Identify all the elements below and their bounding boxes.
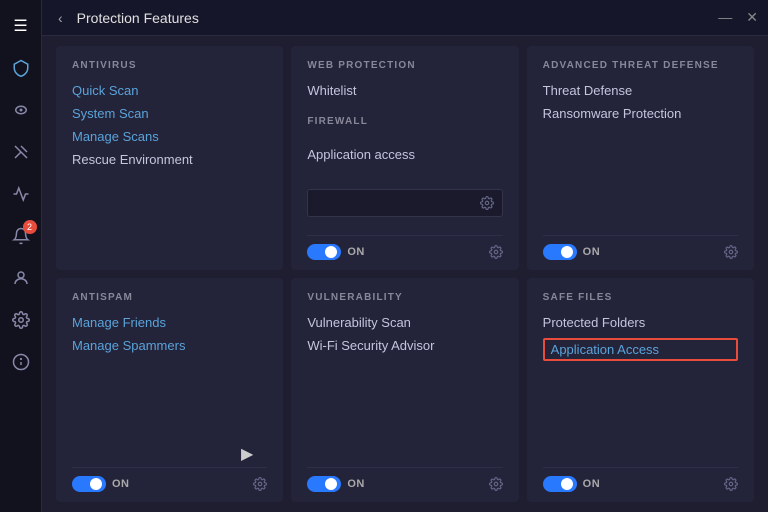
eye-icon[interactable]: [3, 92, 39, 128]
vulnerability-card: VULNERABILITY Vulnerability Scan Wi-Fi S…: [291, 278, 518, 502]
antispam-gear-icon[interactable]: [253, 477, 267, 491]
antivirus-links: Quick Scan System Scan Manage Scans Resc…: [72, 83, 267, 260]
web-protection-card: WEB PROTECTION Whitelist FIREWALL Applica…: [291, 46, 518, 270]
antispam-links: Manage Friends Manage Spammers: [72, 315, 267, 386]
safe-files-header: SAFE FILES: [543, 292, 738, 303]
web-protection-toggle-label: ON: [347, 246, 365, 258]
manage-scans-link[interactable]: Manage Scans: [72, 129, 267, 144]
cursor-indicator: ▶: [241, 444, 253, 464]
rescue-environment-link[interactable]: Rescue Environment: [72, 152, 267, 167]
vulnerability-toggle[interactable]: [307, 476, 341, 492]
web-protection-toggle[interactable]: [307, 244, 341, 260]
vulnerability-gear-icon[interactable]: [489, 477, 503, 491]
vulnerability-header: VULNERABILITY: [307, 292, 502, 303]
bell-icon[interactable]: 2: [3, 218, 39, 254]
safe-files-gear-icon[interactable]: [724, 477, 738, 491]
antispam-toggle[interactable]: [72, 476, 106, 492]
firewall-application-access-link[interactable]: Application access: [307, 147, 502, 162]
safe-files-card: SAFE FILES Protected Folders Application…: [527, 278, 754, 502]
antispam-footer: ON: [72, 467, 267, 492]
advanced-threat-toggle[interactable]: [543, 244, 577, 260]
whitelist-link[interactable]: Whitelist: [307, 83, 502, 98]
antispam-toggle-group: ON: [72, 476, 130, 492]
activity-icon[interactable]: [3, 176, 39, 212]
advanced-threat-toggle-label: ON: [583, 246, 601, 258]
firewall-header: FIREWALL: [307, 116, 502, 127]
advanced-threat-gear-icon[interactable]: [724, 245, 738, 259]
antispam-card: ANTISPAM Manage Friends Manage Spammers …: [56, 278, 283, 502]
web-protection-input: [307, 189, 502, 217]
safe-files-toggle[interactable]: [543, 476, 577, 492]
vulnerability-toggle-group: ON: [307, 476, 365, 492]
minimize-button[interactable]: —: [718, 9, 732, 26]
antispam-toggle-label: ON: [112, 478, 130, 490]
web-protection-toggle-group: ON: [307, 244, 365, 260]
main-panel: ‹ Protection Features — ✕ ANTIVIRUS Quic…: [42, 0, 768, 512]
manage-spammers-link[interactable]: Manage Spammers: [72, 338, 267, 353]
tools-icon[interactable]: [3, 134, 39, 170]
advanced-threat-header: ADVANCED THREAT DEFENSE: [543, 60, 738, 71]
vulnerability-links: Vulnerability Scan Wi-Fi Security Adviso…: [307, 315, 502, 386]
wifi-security-link[interactable]: Wi-Fi Security Advisor: [307, 338, 502, 353]
system-scan-link[interactable]: System Scan: [72, 106, 267, 121]
vulnerability-scan-link[interactable]: Vulnerability Scan: [307, 315, 502, 330]
gear-icon[interactable]: [3, 302, 39, 338]
user-icon[interactable]: [3, 260, 39, 296]
application-access-link[interactable]: Application Access: [543, 338, 738, 361]
vulnerability-toggle-label: ON: [347, 478, 365, 490]
cards-grid: ANTIVIRUS Quick Scan System Scan Manage …: [42, 36, 768, 512]
page-title: Protection Features: [77, 10, 711, 26]
close-button[interactable]: ✕: [746, 9, 758, 26]
protected-folders-link[interactable]: Protected Folders: [543, 315, 738, 330]
advanced-threat-card: ADVANCED THREAT DEFENSE Threat Defense R…: [527, 46, 754, 270]
web-protection-links: Whitelist FIREWALL Application access: [307, 83, 502, 189]
quick-scan-link[interactable]: Quick Scan: [72, 83, 267, 98]
safe-files-links: Protected Folders Application Access: [543, 315, 738, 386]
sidebar: ☰ 2: [0, 0, 42, 512]
threat-defense-link[interactable]: Threat Defense: [543, 83, 738, 98]
safe-files-toggle-group: ON: [543, 476, 601, 492]
back-button[interactable]: ‹: [52, 8, 69, 28]
antivirus-header: ANTIVIRUS: [72, 60, 267, 71]
web-protection-gear-icon[interactable]: [489, 245, 503, 259]
antivirus-card: ANTIVIRUS Quick Scan System Scan Manage …: [56, 46, 283, 270]
antispam-header: ANTISPAM: [72, 292, 267, 303]
advanced-threat-toggle-group: ON: [543, 244, 601, 260]
ransomware-protection-link[interactable]: Ransomware Protection: [543, 106, 738, 121]
safe-files-footer: ON: [543, 467, 738, 492]
info-icon[interactable]: [3, 344, 39, 380]
vulnerability-footer: ON: [307, 467, 502, 492]
web-protection-footer: ON: [307, 235, 502, 260]
advanced-threat-footer: ON: [543, 235, 738, 260]
manage-friends-link[interactable]: Manage Friends: [72, 315, 267, 330]
window-controls: — ✕: [718, 9, 758, 26]
notification-badge: 2: [23, 220, 37, 234]
hamburger-icon[interactable]: ☰: [3, 8, 39, 44]
safe-files-toggle-label: ON: [583, 478, 601, 490]
advanced-threat-links: Threat Defense Ransomware Protection: [543, 83, 738, 225]
web-protection-header: WEB PROTECTION: [307, 60, 502, 71]
titlebar: ‹ Protection Features — ✕: [42, 0, 768, 36]
settings-small-icon: [480, 196, 494, 210]
shield-icon[interactable]: [3, 50, 39, 86]
